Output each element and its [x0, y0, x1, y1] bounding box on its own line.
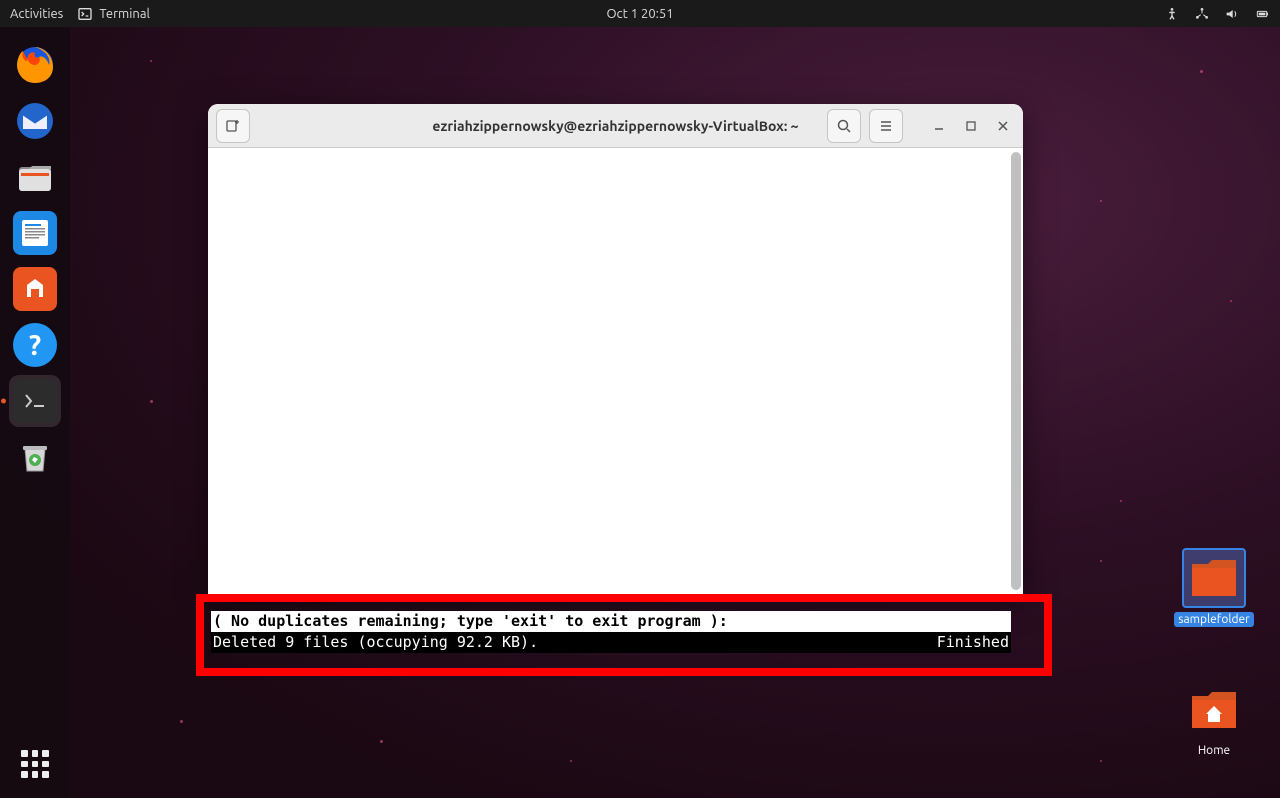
- trash-icon: [15, 437, 55, 477]
- close-icon: [997, 120, 1009, 132]
- activities-button[interactable]: Activities: [10, 7, 63, 21]
- terminal-line-2: Deleted 9 files (occupying 92.2 KB). Fin…: [211, 632, 1011, 653]
- thunderbird-icon: [15, 101, 55, 141]
- dock-trash[interactable]: [9, 431, 61, 483]
- dock-help[interactable]: ?: [9, 319, 61, 371]
- top-bar: Activities Terminal Oct 1 20:51: [0, 0, 1280, 27]
- topbar-app[interactable]: Terminal: [77, 6, 150, 22]
- help-icon: ?: [29, 330, 41, 361]
- new-tab-button[interactable]: [216, 109, 250, 143]
- topbar-app-name: Terminal: [99, 7, 150, 21]
- terminal-icon: [21, 387, 49, 415]
- firefox-icon: [15, 45, 55, 85]
- maximize-icon: [965, 120, 977, 132]
- files-icon: [15, 157, 55, 197]
- scrollbar[interactable]: [1011, 152, 1021, 590]
- desktop-folder-samplefolder[interactable]: samplefolder: [1174, 548, 1254, 627]
- dock-files[interactable]: [9, 151, 61, 203]
- window-title: ezriahzippernowsky@ezriahzippernowsky-Vi…: [432, 118, 798, 134]
- desktop-home-label: Home: [1174, 744, 1254, 757]
- maximize-button[interactable]: [959, 114, 983, 138]
- dock-libreoffice-writer[interactable]: [9, 207, 61, 259]
- terminal-line-2-right: Finished: [937, 632, 1009, 653]
- terminal-output: ( No duplicates remaining; type 'exit' t…: [211, 611, 1011, 653]
- accessibility-icon[interactable]: [1164, 6, 1180, 22]
- search-button[interactable]: [827, 109, 861, 143]
- home-folder-icon: [1190, 688, 1238, 732]
- terminal-small-icon: [77, 6, 93, 22]
- software-icon: [21, 275, 49, 303]
- close-button[interactable]: [991, 114, 1015, 138]
- desktop-home[interactable]: Home: [1174, 680, 1254, 757]
- hamburger-icon: [878, 118, 894, 134]
- dock-ubuntu-software[interactable]: [9, 263, 61, 315]
- folder-icon: [1190, 556, 1238, 600]
- topbar-datetime[interactable]: Oct 1 20:51: [606, 7, 673, 21]
- apps-grid-button[interactable]: [13, 742, 57, 786]
- volume-icon[interactable]: [1224, 6, 1240, 22]
- dock-firefox[interactable]: [9, 39, 61, 91]
- terminal-body[interactable]: [208, 148, 1023, 594]
- dock-terminal[interactable]: [9, 375, 61, 427]
- new-tab-icon: [225, 118, 241, 134]
- minimize-button[interactable]: [927, 114, 951, 138]
- desktop-folder-label: samplefolder: [1174, 612, 1253, 627]
- terminal-line-2-left: Deleted 9 files (occupying 92.2 KB).: [213, 632, 538, 653]
- network-icon[interactable]: [1194, 6, 1210, 22]
- minimize-icon: [933, 120, 945, 132]
- battery-icon[interactable]: [1254, 6, 1270, 22]
- menu-button[interactable]: [869, 109, 903, 143]
- titlebar[interactable]: ezriahzippernowsky@ezriahzippernowsky-Vi…: [208, 104, 1023, 148]
- dock: ?: [0, 27, 70, 798]
- writer-icon: [20, 218, 50, 248]
- terminal-line-1: ( No duplicates remaining; type 'exit' t…: [211, 611, 1011, 632]
- search-icon: [836, 118, 852, 134]
- terminal-window: ezriahzippernowsky@ezriahzippernowsky-Vi…: [208, 104, 1023, 594]
- dock-thunderbird[interactable]: [9, 95, 61, 147]
